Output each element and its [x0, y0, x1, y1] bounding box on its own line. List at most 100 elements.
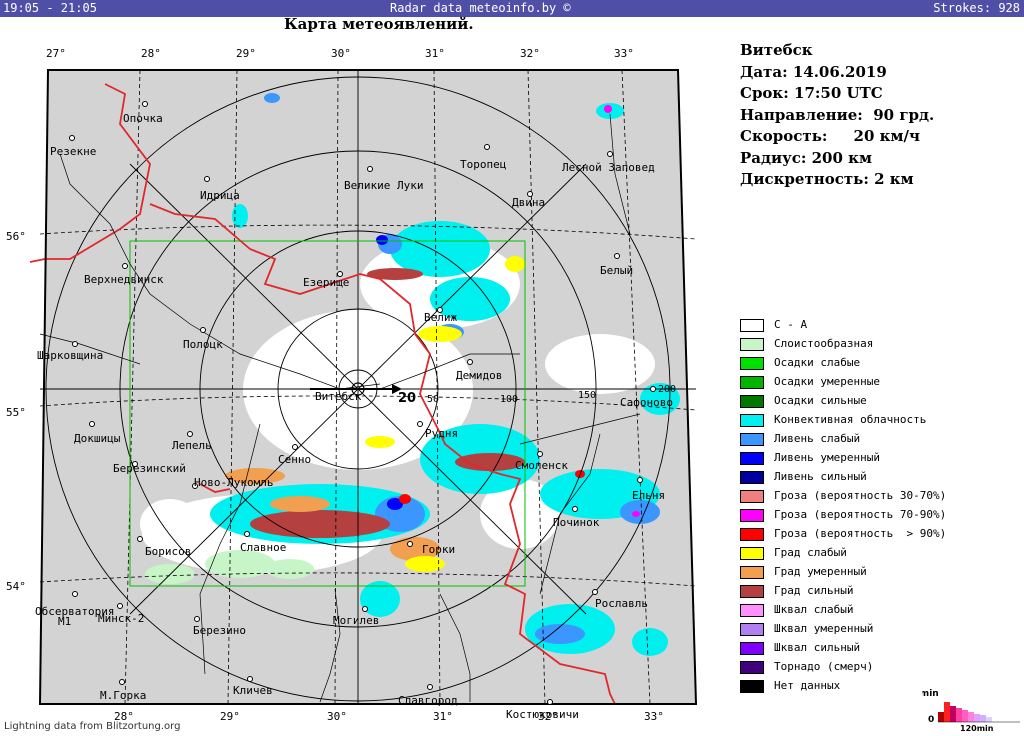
legend-swatch — [740, 338, 764, 351]
legend-label: Град умеренный — [774, 565, 867, 578]
city-label: Лепель — [172, 439, 212, 452]
legend-label: Ливень умеренный — [774, 451, 880, 464]
range-label: 200 — [658, 384, 676, 395]
legend-label: Шквал сильный — [774, 641, 861, 654]
city-label: Великие Луки — [344, 179, 423, 192]
legend-swatch — [740, 528, 764, 541]
lon-label: 28° — [141, 47, 161, 60]
observation-term: Срок: 17:50 UTC — [740, 84, 883, 102]
legend-label: Осадки умеренные — [774, 375, 880, 388]
legend-label: Ливень слабый — [774, 432, 861, 445]
station-name: Витебск — [740, 41, 813, 59]
legend-swatch — [740, 642, 764, 655]
legend-label: Торнадо (смерч) — [774, 660, 874, 673]
legend-swatch — [740, 680, 764, 693]
city-label: Велиж — [424, 311, 457, 324]
legend-label: Гроза (вероятность > 90%) — [774, 527, 947, 540]
city-label: Шарковщина — [37, 349, 103, 362]
city-label: Демидов — [456, 369, 502, 382]
radar-radius: Радиус: 200 км — [740, 148, 873, 167]
lon-label: 27° — [46, 47, 66, 60]
legend-swatch — [740, 471, 764, 484]
lon-label: 31° — [425, 47, 445, 60]
legend-label: С - А — [774, 318, 808, 331]
time-range: 19:05 - 21:05 — [3, 1, 97, 15]
lightning-credit: Lightning data from Blitzortung.org — [4, 721, 181, 732]
city-label: Идрица — [200, 189, 240, 202]
station-info: Витебск Дата: 14.06.2019 Срок: 17:50 UTC… — [740, 40, 934, 191]
legend-swatch — [740, 585, 764, 598]
city-label: Славгород — [398, 694, 458, 707]
city-label: Торопец — [460, 158, 506, 171]
radar-map: 20 50 100 150 200 27° 28° 29° 30° 31° 32… — [6, 47, 698, 723]
legend-label: Слоистообразная — [774, 337, 874, 350]
motion-speed-text: Скорость: 20 км/ч — [740, 127, 920, 145]
city-label: Докшицы — [74, 432, 121, 445]
legend-swatch — [740, 566, 764, 579]
legend-label: Конвективная облачность — [774, 413, 927, 426]
lat-label: 54° — [6, 580, 26, 593]
legend-label: Гроза (вероятность 30-70%) — [774, 489, 947, 502]
lon-label: 29° — [220, 710, 240, 723]
city-label: Горки — [422, 543, 455, 556]
lon-labels-top: 27° 28° 29° 30° 31° 32° 33° — [46, 47, 634, 60]
range-label: 100 — [500, 394, 518, 405]
city-label: Березинский — [113, 462, 186, 475]
lon-label: 33° — [644, 710, 664, 723]
city-label: Ельня — [632, 489, 665, 502]
legend-swatch — [740, 433, 764, 446]
city-label: Верхнедвинск — [84, 273, 164, 286]
lon-label: 30° — [331, 47, 351, 60]
city-label: Ново-Лукомль — [194, 476, 273, 489]
city-label: Сенно — [278, 453, 311, 466]
histogram-bars — [938, 702, 992, 722]
lon-labels-bottom: 28° 29° 30° 31° 32° 33° — [114, 710, 664, 723]
legend-label: Нет данных — [774, 679, 841, 692]
legend-label: Осадки слабые — [774, 356, 861, 369]
lat-label: 55° — [6, 406, 26, 419]
legend-swatch — [740, 661, 764, 674]
legend-swatch — [740, 395, 764, 408]
lon-label: 29° — [236, 47, 256, 60]
map-title: Карта метеоявлений. — [284, 15, 474, 33]
city-label: Костюковичи — [506, 708, 579, 721]
city-label: Двина — [512, 196, 545, 209]
strokes-count: Strokes: 928 — [933, 1, 1020, 15]
legend-label: Град сильный — [774, 584, 854, 597]
legend-swatch — [740, 414, 764, 427]
motion-direction: Направление: 90 грд. — [740, 105, 935, 124]
observation-date: Дата: 14.06.2019 — [740, 62, 887, 81]
lon-label: 30° — [327, 710, 347, 723]
legend-swatch — [740, 319, 764, 332]
legend-label: Град слабый — [774, 546, 847, 559]
range-label: 50 — [427, 394, 439, 405]
legend-swatch — [740, 490, 764, 503]
city-label: Кличев — [233, 684, 273, 697]
legend-swatch — [740, 623, 764, 636]
lon-label: 31° — [433, 710, 453, 723]
lon-label: 33° — [614, 47, 634, 60]
city-label: Сафоново — [620, 396, 673, 409]
legend-swatch — [740, 452, 764, 465]
legend-swatch — [740, 604, 764, 617]
range-label: 150 — [578, 390, 596, 401]
city-label: Полоцк — [183, 338, 223, 351]
city-label: Борисов — [145, 545, 191, 558]
city-label: Славное — [240, 541, 286, 554]
city-label: Рославль — [595, 597, 648, 610]
histogram-zero-label: 0 — [928, 715, 934, 725]
city-label: М.Горка — [100, 689, 146, 702]
city-label: Витебск — [315, 390, 362, 403]
city-label: Рудня — [425, 427, 458, 440]
city-label: Белый — [600, 264, 633, 277]
legend-label: Шквал умеренный — [774, 622, 874, 635]
motion-speed: 20 — [398, 391, 416, 406]
legend-swatch — [740, 547, 764, 560]
city-label: Минск-2 — [98, 612, 144, 625]
strike-histogram: 20/min 0 120min — [922, 689, 1020, 732]
top-status-bar: 19:05 - 21:05 Radar data meteoinfo.by © … — [0, 0, 1024, 17]
lon-label: 32° — [520, 47, 540, 60]
legend-label: Гроза (вероятность 70-90%) — [774, 508, 947, 521]
legend-label: Осадки сильные — [774, 394, 867, 407]
radar-resolution: Дискретность: 2 км — [740, 170, 914, 188]
